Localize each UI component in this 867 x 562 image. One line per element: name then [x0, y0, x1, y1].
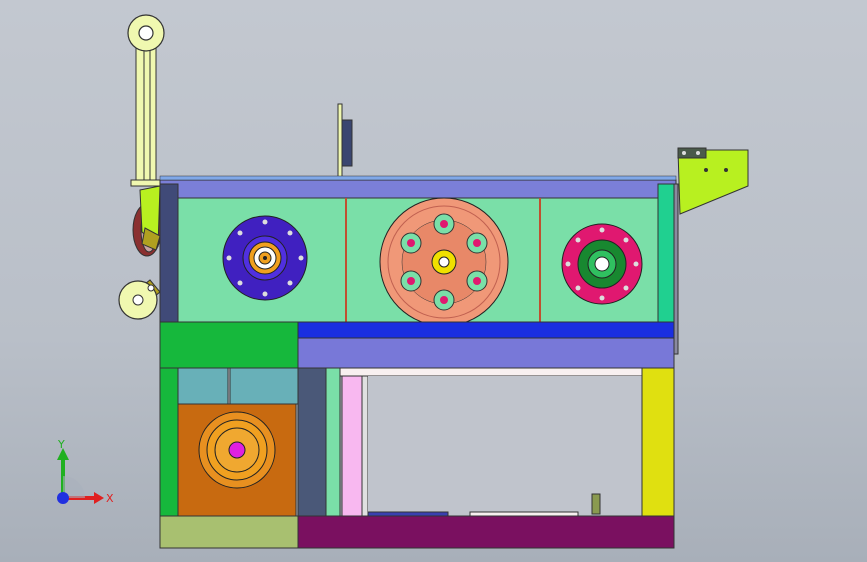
y-axis-label: Y [57, 438, 65, 451]
lower-cavity[interactable] [297, 367, 675, 549]
origin-marker [57, 492, 69, 504]
axis-triad: Y X [57, 438, 114, 505]
right-bracket[interactable] [677, 147, 749, 215]
left-gear[interactable] [222, 215, 308, 301]
x-axis-label: X [106, 492, 114, 505]
cross-beams[interactable] [159, 321, 675, 369]
top-plate[interactable] [337, 103, 353, 181]
right-gear[interactable] [561, 223, 643, 305]
cad-viewport[interactable] [0, 0, 867, 562]
center-pulley[interactable] [379, 197, 509, 327]
lower-left-housing[interactable] [159, 367, 299, 549]
lever-arm[interactable] [118, 14, 165, 320]
